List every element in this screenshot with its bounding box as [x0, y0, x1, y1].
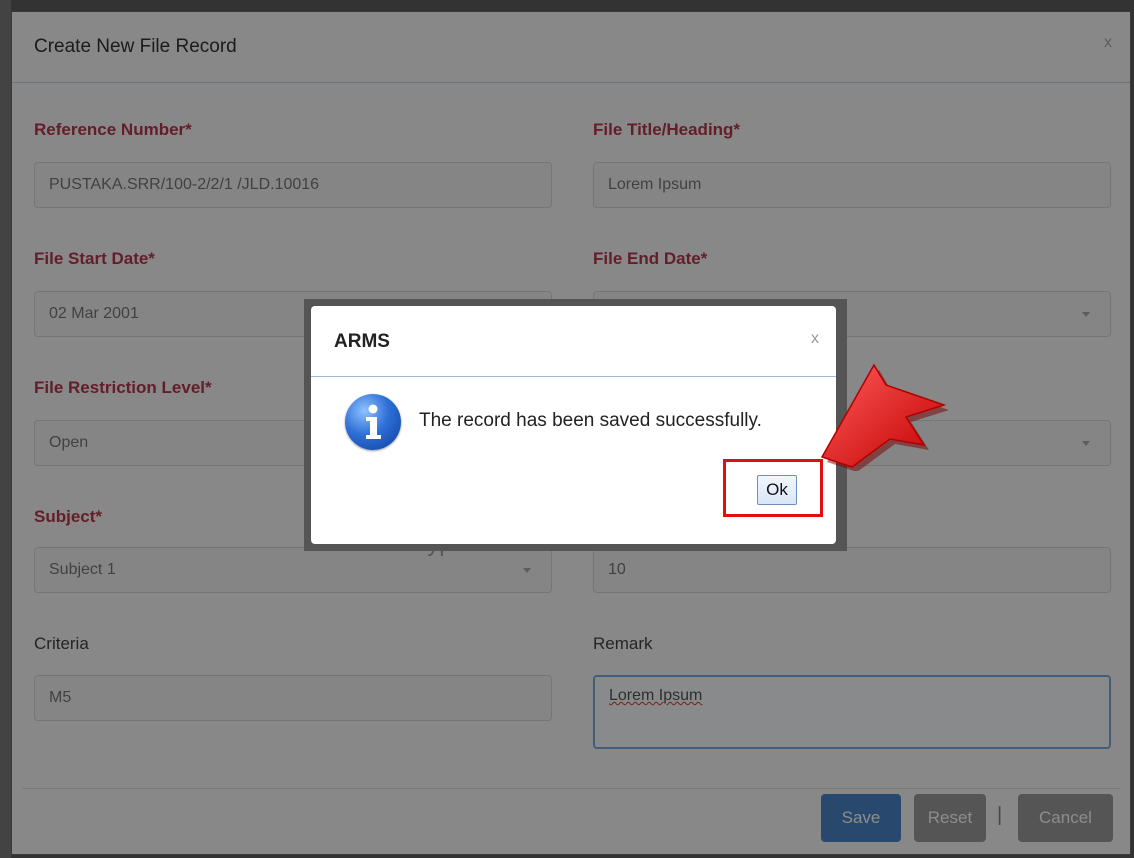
file-start-date-label: File Start Date*	[34, 249, 155, 268]
info-icon	[345, 394, 401, 450]
alert-close-icon[interactable]: x	[811, 330, 819, 348]
highlight-box	[723, 459, 823, 517]
number-input[interactable]: 10	[593, 547, 1111, 593]
remark-text: Lorem Ipsum	[609, 687, 703, 704]
alert-header: ARMS x	[311, 306, 836, 377]
reference-number-label: Reference Number*	[34, 120, 192, 139]
alert-title: ARMS	[334, 331, 390, 352]
background-page-fragment	[0, 0, 11, 858]
remark-label: Remark	[593, 634, 653, 653]
file-restriction-level-label: File Restriction Level*	[34, 378, 212, 397]
reference-number-input[interactable]: PUSTAKA.SRR/100-2/2/1 /JLD.10016	[34, 162, 552, 208]
file-end-date-label: File End Date*	[593, 249, 708, 268]
subject-label: Subject*	[34, 507, 103, 526]
reset-button[interactable]: Reset	[914, 794, 986, 842]
remark-textarea[interactable]: Lorem Ipsum	[593, 675, 1111, 749]
alert-message: The record has been saved successfully.	[419, 410, 762, 431]
file-title-label: File Title/Heading*	[593, 120, 741, 139]
modal-header: Create New File Record x	[12, 12, 1130, 83]
footer-divider	[22, 788, 1120, 789]
save-button[interactable]: Save	[821, 794, 901, 842]
criteria-label: Criteria	[34, 634, 89, 653]
subject-select[interactable]: Subject 1	[34, 547, 552, 593]
criteria-input[interactable]: M5	[34, 675, 552, 721]
modal-close-icon[interactable]: x	[1104, 34, 1112, 52]
cancel-button[interactable]: Cancel	[1018, 794, 1113, 842]
pointer-arrow-icon	[820, 363, 948, 471]
file-title-input[interactable]: Lorem Ipsum	[593, 162, 1111, 208]
modal-title: Create New File Record	[34, 36, 237, 57]
button-separator: |	[997, 804, 1003, 826]
